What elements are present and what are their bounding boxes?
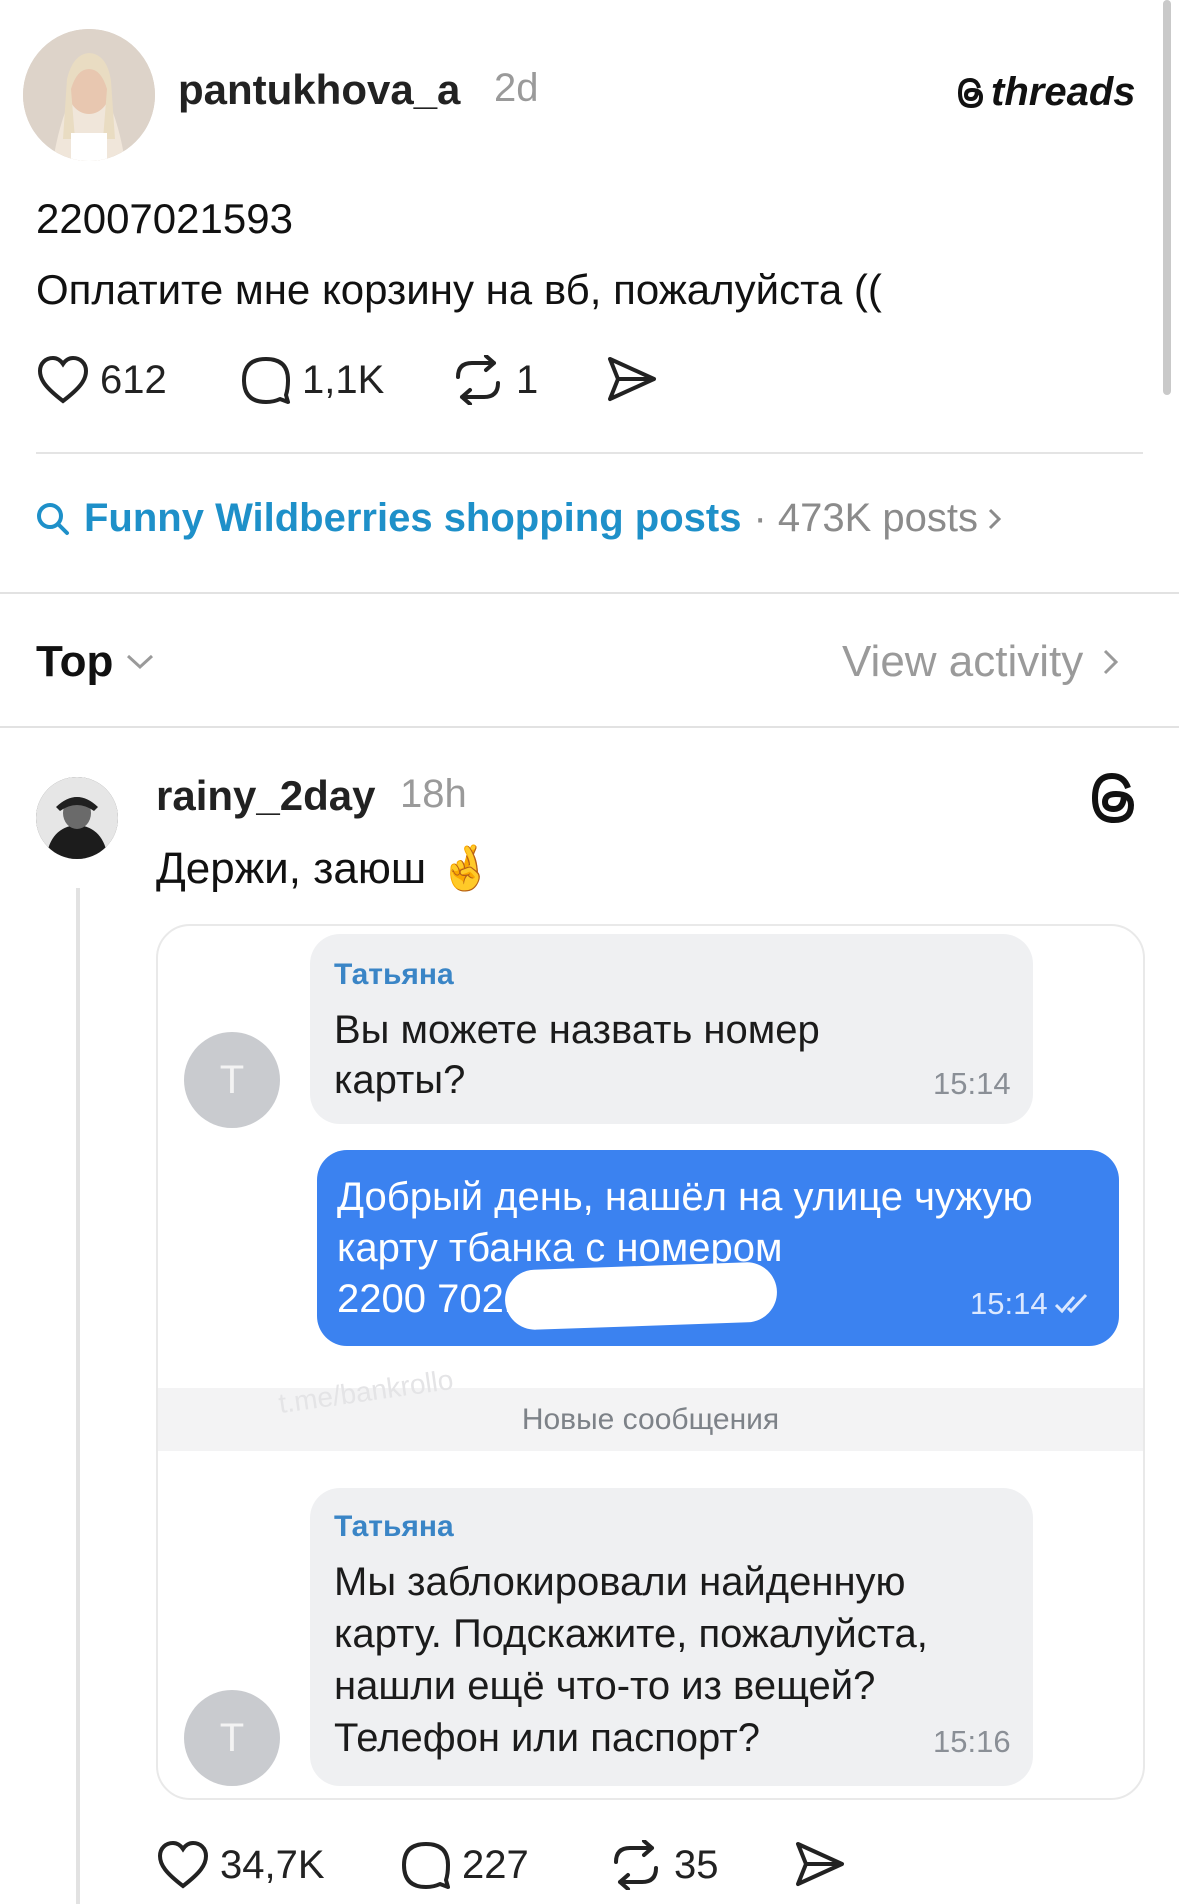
threads-icon xyxy=(957,77,984,108)
new-messages-label: Новые сообщения xyxy=(521,1402,780,1436)
avatar-photo xyxy=(23,29,155,161)
comment-count: 1,1K xyxy=(302,357,385,402)
incoming-message: Татьяна Вы можете назвать номер карты? 1… xyxy=(310,934,1033,1124)
comment-icon xyxy=(402,1842,450,1889)
contact-avatar: Т xyxy=(184,1032,280,1128)
message-time: 15:16 xyxy=(933,1724,1011,1759)
share-button[interactable] xyxy=(794,1840,846,1888)
incoming-message: Татьяна Мы заблокировали найденную карту… xyxy=(310,1488,1033,1786)
view-activity-link[interactable]: View activity xyxy=(842,637,1121,687)
heart-icon xyxy=(157,1840,209,1889)
contact-avatar: Т xyxy=(184,1690,280,1786)
outgoing-message: Добрый день, нашёл на улице чужую карту … xyxy=(317,1150,1119,1346)
chevron-right-icon xyxy=(1104,649,1119,675)
message-line: Мы заблокировали найденную xyxy=(334,1560,906,1604)
repost-icon xyxy=(614,1840,658,1890)
send-icon xyxy=(796,1842,844,1886)
message-time: 15:14 xyxy=(970,1286,1090,1322)
search-icon xyxy=(37,502,69,535)
like-button[interactable]: 34,7K xyxy=(156,1840,325,1890)
message-line: Телефон или паспорт? xyxy=(334,1716,760,1760)
avatar[interactable] xyxy=(23,29,155,161)
avatar[interactable] xyxy=(36,777,118,859)
repost-button[interactable]: 1 xyxy=(450,355,538,405)
sort-label: Top xyxy=(36,637,114,686)
topic-link[interactable]: Funny Wildberries shopping posts · 473K … xyxy=(36,496,1006,541)
message-sender: Татьяна xyxy=(334,1510,454,1543)
repost-count: 1 xyxy=(516,357,539,402)
post-time: 2d xyxy=(494,66,539,110)
like-count: 612 xyxy=(100,357,167,402)
message-line: 2200 7021 xyxy=(337,1277,527,1321)
message-time: 15:14 xyxy=(933,1066,1011,1101)
message-line: Добрый день, нашёл на улице чужую xyxy=(337,1175,1033,1219)
section-divider xyxy=(0,592,1179,594)
comment-count: 227 xyxy=(462,1842,529,1887)
send-icon xyxy=(608,357,656,401)
message-line: Вы можете назвать номер xyxy=(334,1008,820,1052)
chevron-down-icon xyxy=(127,654,154,670)
brand-name: threads xyxy=(991,70,1136,114)
message-line: карту. Подскажите, пожалуйста, xyxy=(334,1612,928,1656)
reply-time: 18h xyxy=(400,772,467,816)
like-button[interactable]: 612 xyxy=(36,355,167,405)
thread-line xyxy=(76,888,80,1904)
message-sender: Татьяна xyxy=(334,958,454,991)
message-line: нашли ещё что-то из вещей? xyxy=(334,1664,876,1708)
topic-post-count: · 473K posts xyxy=(753,496,979,540)
threads-icon xyxy=(1088,770,1140,831)
divider xyxy=(36,452,1143,454)
chat-screenshot: Татьяна Вы можете назвать номер карты? 1… xyxy=(156,924,1145,1800)
section-divider xyxy=(0,726,1179,728)
topic-title: Funny Wildberries shopping posts xyxy=(84,496,742,540)
threads-icon xyxy=(1091,772,1135,824)
reply-text: Держи, заюш 🤞 xyxy=(156,844,494,893)
reply-username[interactable]: rainy_2day xyxy=(156,772,375,820)
post-text-line1: 22007021593 xyxy=(36,195,293,242)
scrollbar[interactable] xyxy=(1163,0,1171,395)
repost-count: 35 xyxy=(674,1842,719,1887)
message-line: карты? xyxy=(334,1058,466,1102)
repost-button[interactable]: 35 xyxy=(608,1840,719,1890)
view-activity-label: View activity xyxy=(842,637,1084,686)
comment-button[interactable]: 227 xyxy=(400,1840,529,1890)
comment-button[interactable]: 1,1K xyxy=(240,355,384,405)
redaction-mark xyxy=(504,1261,778,1331)
share-button[interactable] xyxy=(606,355,658,403)
chevron-right-icon xyxy=(988,508,1002,529)
post-username[interactable]: pantukhova_a xyxy=(178,66,460,114)
message-time-label: 15:14 xyxy=(970,1286,1048,1321)
sort-dropdown[interactable]: Top xyxy=(36,637,157,687)
threads-logo: threads xyxy=(955,70,1136,115)
heart-icon xyxy=(37,355,89,404)
like-count: 34,7K xyxy=(220,1842,325,1887)
repost-icon xyxy=(456,355,500,405)
avatar-photo xyxy=(36,777,118,859)
double-check-icon xyxy=(1054,1293,1087,1314)
comment-icon xyxy=(242,357,290,404)
post-text-line2: Оплатите мне корзину на вб, пожалуйста (… xyxy=(36,266,882,313)
